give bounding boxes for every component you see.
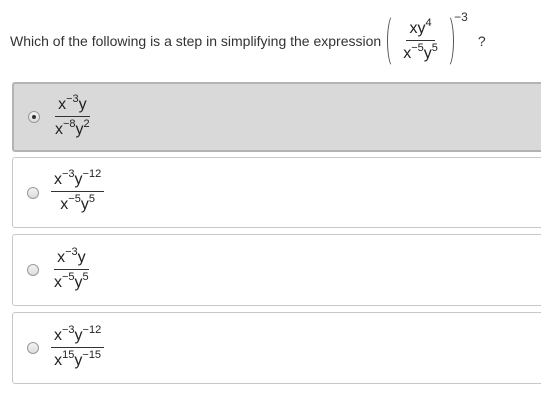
answer-option-3[interactable]: x−3y x−5y5 (12, 234, 541, 306)
radio-button[interactable] (27, 342, 39, 354)
radio-button-checked[interactable] (28, 111, 40, 123)
option-fraction: x−3y x−8y2 (55, 92, 90, 138)
option-fraction: x−3y x−5y5 (54, 245, 89, 291)
right-parenthesis (443, 14, 454, 68)
radio-button[interactable] (27, 264, 39, 276)
answer-option-2[interactable]: x−3y−12 x−5y5 (12, 157, 541, 228)
expression-fraction: xy4 x−5y5 (403, 16, 438, 62)
option-fraction: x−3y−12 x−5y5 (51, 169, 105, 215)
question-text: Which of the following is a step in simp… (10, 33, 382, 49)
option-fraction: x−3y−12 x15y−15 (51, 324, 105, 371)
question-expression: xy4 x−5y5 −3 (387, 10, 468, 68)
question: Which of the following is a step in simp… (10, 6, 486, 76)
outer-exponent: −3 (454, 10, 468, 24)
left-parenthesis (387, 14, 398, 68)
radio-button[interactable] (27, 186, 39, 199)
question-mark: ? (477, 33, 486, 49)
answer-option-1[interactable]: x−3y x−8y2 (12, 82, 541, 152)
answer-option-4[interactable]: x−3y−12 x15y−15 (12, 312, 541, 384)
